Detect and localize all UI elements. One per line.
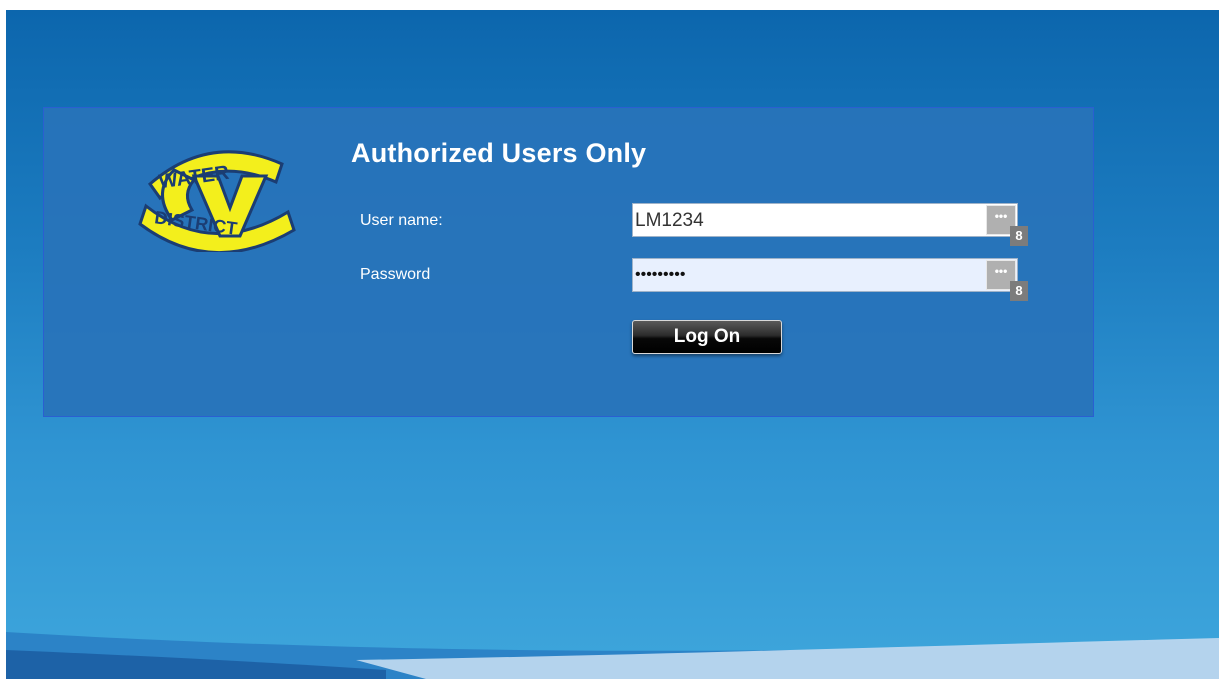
login-panel: WATER DISTRICT Authorized Users Only Use… (43, 107, 1094, 417)
login-background: WATER DISTRICT Authorized Users Only Use… (6, 10, 1219, 679)
password-value: ••••••••• (635, 266, 686, 283)
page-title: Authorized Users Only (351, 138, 647, 168)
dots-icon: ••• (994, 209, 1008, 223)
username-input[interactable]: LM1234 ••• 8 (632, 203, 1028, 246)
password-label: Password (360, 266, 431, 283)
water-district-logo: WATER DISTRICT (138, 150, 296, 252)
log-on-button[interactable]: Log On (632, 320, 782, 354)
password-manager-badge: 8 (1010, 226, 1028, 246)
username-value: LM1234 (635, 210, 704, 231)
password-manager-badge: 8 (1010, 281, 1028, 301)
password-input[interactable]: ••••••••• ••• 8 (632, 258, 1028, 301)
password-manager-button[interactable]: ••• 8 (986, 260, 1028, 301)
dots-icon: ••• (994, 264, 1008, 278)
username-label: User name: (360, 212, 443, 229)
password-manager-button[interactable]: ••• 8 (986, 205, 1028, 246)
